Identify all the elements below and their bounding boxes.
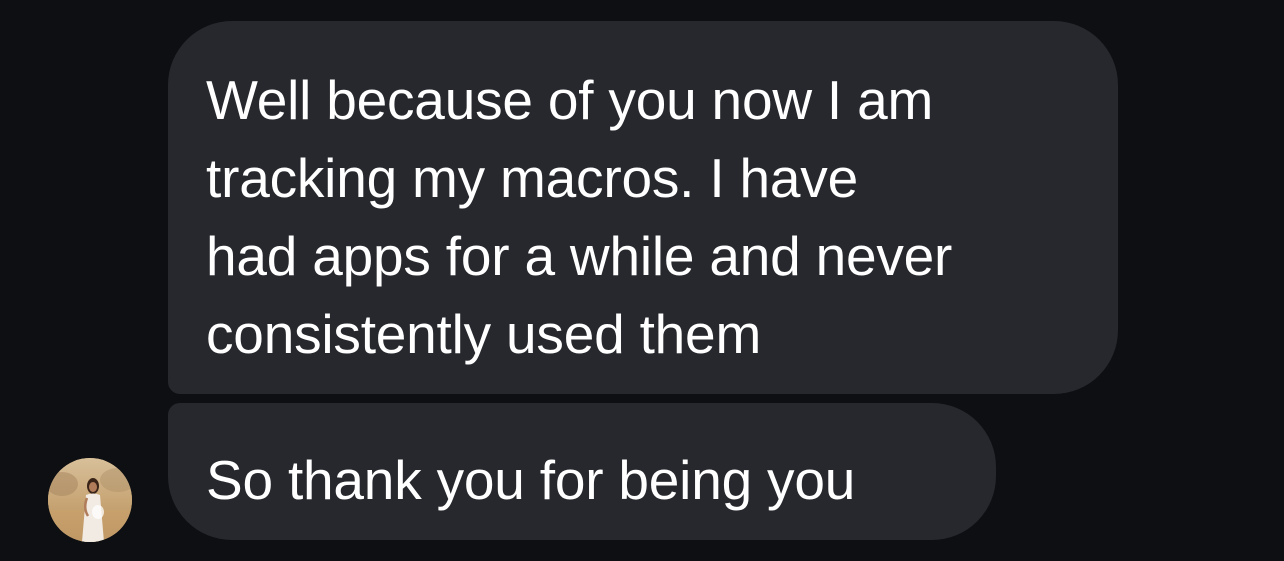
message-text: Well because of you now I am tracking my… [206, 69, 953, 365]
message-thread: Well because of you now I am tracking my… [0, 0, 1284, 561]
person-photo-avatar-icon [48, 458, 132, 542]
avatar[interactable] [48, 458, 132, 542]
message-bubble-incoming[interactable]: So thank you for being you [168, 403, 996, 540]
message-text: So thank you for being you [206, 449, 856, 511]
message-bubble-incoming[interactable]: Well because of you now I am tracking my… [168, 21, 1118, 394]
